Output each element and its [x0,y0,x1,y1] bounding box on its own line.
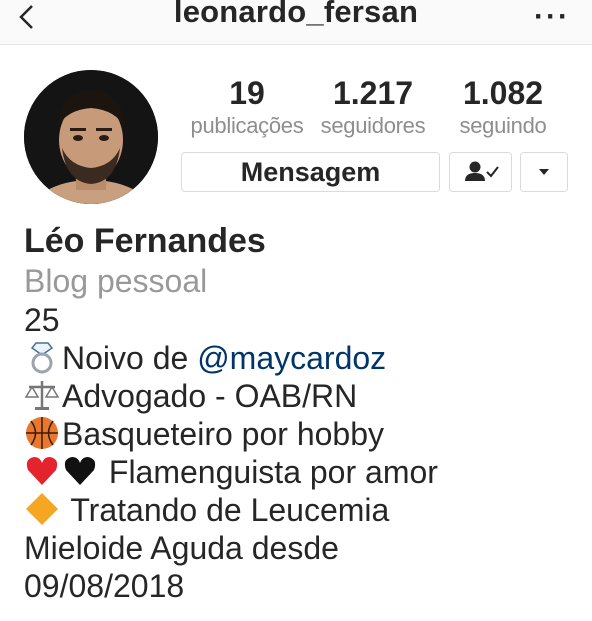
posts-count: 19 [229,75,265,111]
stat-followers[interactable]: 1.217 seguidores [307,74,439,140]
profile-username: leonardo_fersan [173,0,419,29]
bio-lawyer: Advogado - OAB/RN [24,377,584,415]
person-check-icon [464,161,499,181]
bio-hobby-text: Basqueteiro por hobby [62,416,384,452]
black-heart-icon [62,453,98,489]
bio-health-line3: 09/08/2018 [24,568,185,604]
following-count: 1.082 [462,75,544,111]
red-heart-icon [24,453,60,489]
bio-team-text: Flamenguista por amor [108,454,438,490]
message-button[interactable]: Mensagem [181,152,440,192]
more-horizontal-icon[interactable]: ··· [534,0,570,34]
posts-label: publicações [190,113,304,138]
scales-icon [24,377,60,413]
avatar[interactable] [24,70,158,204]
bio-health-line1: Tratando de Leucemia [70,492,390,528]
mention-link[interactable]: @maycardoz [197,340,386,376]
dropdown-button[interactable] [520,152,568,192]
bio-health: Tratando de Leucemia [24,491,584,529]
bio-health-line2: Mieloide Aguda desde [24,530,339,566]
bio-lawyer-text: Advogado - OAB/RN [62,378,358,414]
bio-engaged: Noivo de @maycardoz [24,339,584,377]
basketball-icon [24,415,60,451]
followers-label: seguidores [320,113,426,138]
bio-hobby: Basqueteiro por hobby [24,415,584,453]
stat-posts[interactable]: 19 publicações [182,74,312,140]
orange-diamond-icon [24,491,60,527]
caret-down-icon [539,169,549,175]
followers-count: 1.217 [332,75,414,111]
bio-engaged-text: Noivo de [62,340,198,376]
profile-category: Blog pessoal [24,263,208,299]
top-nav-bar: leonardo_fersan ··· [0,0,592,45]
ring-icon [24,339,60,375]
following-button[interactable] [449,152,512,192]
bio: 25 Noivo de @maycardoz Advogado - OAB/RN [24,301,584,605]
bio-team: Flamenguista por amor [24,453,584,491]
stat-following[interactable]: 1.082 seguindo [440,74,566,140]
full-name: Léo Fernandes [24,222,266,260]
bio-age: 25 [24,302,60,338]
following-label: seguindo [459,113,547,138]
